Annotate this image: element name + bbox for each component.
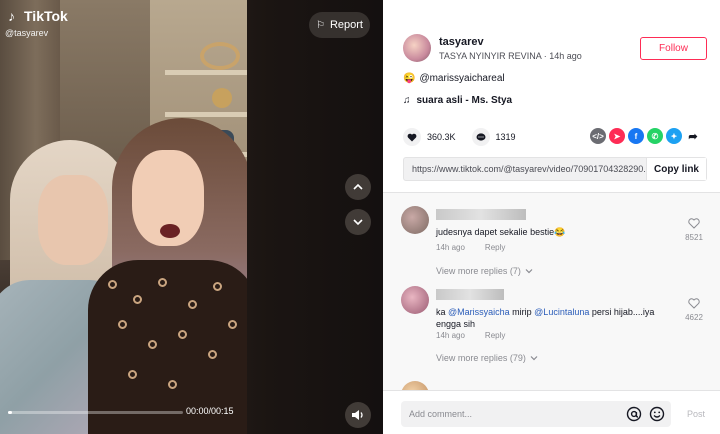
view-replies-label: View more replies (7) [436,266,521,276]
author-subtitle: TASYA NYINYIR REVINA · 14h ago [439,51,582,61]
person-face [38,175,108,265]
heart-outline-icon [688,298,700,309]
copy-link-button[interactable]: Copy link [646,158,706,180]
embed-icon[interactable]: </> [590,128,606,144]
post-time: · 14h ago [543,51,582,61]
watermark-handle: @tasyarev [5,28,49,38]
video-player[interactable]: ♪ TikTok @tasyarev ⚐ Report 00:00/00:15 [0,0,383,434]
like-count: 360.3K [427,132,456,142]
previous-video-button[interactable] [345,174,371,200]
comment-text-part: ka [436,307,449,317]
comment-like[interactable]: 4622 [679,298,709,322]
comment-text: judesnya dapet sekalie bestie😂 [436,227,566,237]
emoji-icon[interactable] [649,406,665,422]
avatar[interactable] [403,34,431,62]
comment-text: ka @Marissyaicha mirip @Lucintaluna pers… [436,306,666,330]
comment-meta: 14h ago Reply [436,331,505,340]
heart-outline-icon [688,218,700,229]
follow-button[interactable]: Follow [640,37,707,60]
whatsapp-icon[interactable]: ✆ [647,128,663,144]
author-display-name: TASYA NYINYIR REVINA [439,51,542,61]
volume-button[interactable] [345,402,371,428]
music-link[interactable]: ♫ suara asli - Ms. Stya [403,95,512,106]
view-more-replies[interactable]: View more replies (79) [436,353,538,363]
decor-vase [200,42,240,70]
author-block[interactable]: tasyarev TASYA NYINYIR REVINA · 14h ago [403,34,582,62]
caption-mention[interactable]: @marissyaichareal [419,73,504,84]
video-caption: 😜 @marissyaichareal [403,73,505,84]
tiktok-note-icon: ♪ [8,8,15,24]
author-username[interactable]: tasyarev [439,36,582,48]
post-button[interactable]: Post [687,409,705,419]
comment-bar: Add comment... Post [383,390,720,434]
chevron-up-icon [353,183,363,190]
progress-fill [8,411,12,414]
commenter-name-redacted [436,209,526,220]
comment-like-count: 8521 [685,233,703,242]
comment-like-count: 4622 [685,313,703,322]
video-link-text[interactable]: https://www.tiktok.com/@tasyarev/video/7… [404,158,646,180]
comment-meta: 14h ago Reply [436,243,505,252]
shelf [165,70,247,75]
video-time: 00:00/00:15 [186,406,234,416]
tiktok-logo: ♪ TikTok [8,8,68,24]
commenter-avatar[interactable] [401,381,429,390]
comment-like[interactable]: 8521 [679,218,709,242]
comment-count: 1319 [495,132,516,142]
flag-icon: ⚐ [316,19,325,31]
person-mouth [160,224,180,238]
music-note-icon: ♫ [403,95,411,106]
chevron-down-icon [353,219,363,226]
video-progress-bar[interactable] [8,411,183,414]
comment-button[interactable] [471,128,490,146]
stats-row: 360.3K 1319 [403,128,516,146]
facebook-icon[interactable]: f [628,128,644,144]
comments-list[interactable]: judesnya dapet sekalie bestie😂 14h ago R… [383,193,720,390]
next-video-button[interactable] [345,209,371,235]
music-label: suara asli - Ms. Stya [416,95,513,106]
chevron-down-icon [530,356,538,361]
share-icons: </> ➤ f ✆ ✦ ➦ [590,128,701,144]
commenter-avatar[interactable] [401,206,429,234]
info-panel: tasyarev TASYA NYINYIR REVINA · 14h ago … [383,0,720,434]
reply-link[interactable]: Reply [485,331,505,340]
like-button[interactable] [403,128,421,146]
comment-mention[interactable]: @Marissyaicha [448,307,510,317]
view-replies-label: View more replies (79) [436,353,526,363]
commenter-name-redacted [436,289,504,300]
decor-ornament [212,88,232,108]
comment-time: 14h ago [436,331,465,340]
comment-text-part: mirip [509,307,535,317]
comment-icon [476,132,486,141]
report-label: Report [329,19,363,31]
comment-mention[interactable]: @Lucintaluna [534,307,589,317]
video-link-box: https://www.tiktok.com/@tasyarev/video/7… [403,157,707,181]
reply-link[interactable]: Reply [485,243,505,252]
commenter-avatar[interactable] [401,286,429,314]
comment-time: 14h ago [436,243,465,252]
video-frame[interactable]: ♪ TikTok @tasyarev [0,0,247,434]
tiktok-wordmark: TikTok [24,8,68,24]
view-more-replies[interactable]: View more replies (7) [436,266,533,276]
twitter-icon[interactable]: ✦ [666,128,682,144]
caption-emoji: 😜 [403,73,416,84]
report-button[interactable]: ⚐ Report [309,12,370,38]
share-arrow-icon[interactable]: ➦ [685,128,701,144]
volume-icon [352,410,363,420]
chevron-down-icon [525,269,533,274]
shelf [165,112,247,117]
mention-icon[interactable] [626,406,642,422]
heart-icon [407,133,417,141]
send-icon[interactable]: ➤ [609,128,625,144]
